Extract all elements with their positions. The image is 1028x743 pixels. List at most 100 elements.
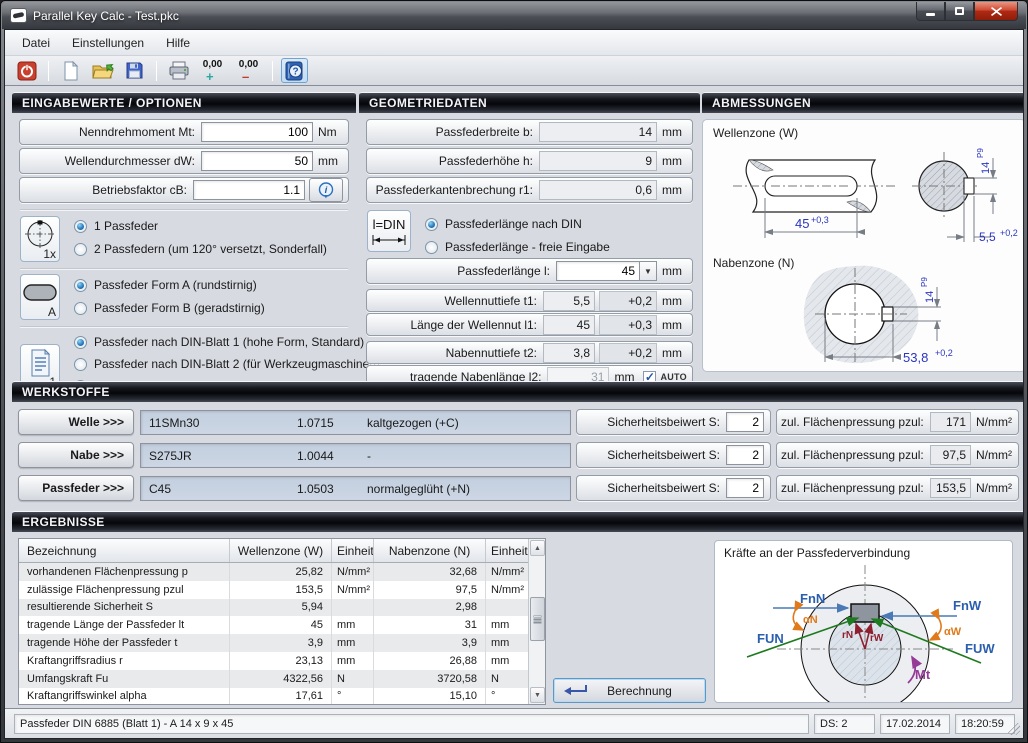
radio-label: Passfeder Form A (rundstirnig) xyxy=(87,278,257,292)
passfeder-material-button[interactable]: Passfeder >>> xyxy=(18,475,134,501)
cell: Kraftangriffsradius r xyxy=(19,652,229,670)
exit-button[interactable] xyxy=(13,58,40,83)
field-label: Nenndrehmoment Mt: xyxy=(24,125,201,139)
force-diagram-title: Kräfte an der Passfederverbindung xyxy=(724,546,910,560)
pressure-unit: N/mm² xyxy=(971,415,1012,429)
welle-safety-input[interactable] xyxy=(726,412,764,432)
section-ergebnisse-header: ERGEBNISSE xyxy=(12,511,1024,532)
material-row-welle: Welle >>> 11SMn30 1.0715 kaltgezogen (+C… xyxy=(5,409,1023,436)
cell: mm xyxy=(331,616,373,634)
minimize-button[interactable] xyxy=(916,2,945,21)
cell: mm xyxy=(331,634,373,652)
cell: N/mm² xyxy=(331,581,373,599)
field-label: Wellennuttiefe t1: xyxy=(371,294,543,308)
radio-form-b[interactable]: Passfeder Form B (geradstirnig) xyxy=(74,300,265,316)
decimals-increase-button[interactable]: 0,00 + xyxy=(197,58,228,83)
field-label: Nabennuttiefe t2: xyxy=(371,346,543,360)
save-button[interactable] xyxy=(121,58,148,83)
radio-laenge-din[interactable]: Passfederlänge nach DIN xyxy=(425,216,582,232)
cell: Kraftangriffswinkel alpha xyxy=(19,688,229,705)
radio-din-blatt-1[interactable]: Passfeder nach DIN-Blatt 1 (hohe Form, S… xyxy=(74,334,364,350)
divider xyxy=(20,268,348,269)
wellennuttiefe-tolerance: +0,2 xyxy=(599,291,657,311)
panel-geometriedaten: GEOMETRIEDATEN Passfederbreite b: 14 mm … xyxy=(359,92,700,377)
scrollbar-thumb[interactable] xyxy=(530,597,545,641)
menu-einstellungen[interactable]: Einstellungen xyxy=(61,32,155,54)
menu-hilfe[interactable]: Hilfe xyxy=(155,32,201,54)
open-folder-icon xyxy=(92,61,114,81)
cell: 45 xyxy=(229,616,331,634)
radio-icon xyxy=(74,336,87,349)
field-nabennuttiefe: Nabennuttiefe t2: 3,8 +0,2 mm xyxy=(366,341,693,364)
nenndrehmoment-input[interactable] xyxy=(201,122,313,142)
nabe-material-button[interactable]: Nabe >>> xyxy=(18,442,134,468)
radio-2-passfedern[interactable]: 2 Passfedern (um 120° versetzt, Sonderfa… xyxy=(74,241,327,257)
welle-material-field[interactable]: 11SMn30 1.0715 kaltgezogen (+C) xyxy=(140,410,571,435)
wellennuttiefe-value: 5,5 xyxy=(543,291,595,311)
cell: N xyxy=(331,670,373,688)
new-file-button[interactable] xyxy=(57,58,84,83)
radio-laenge-frei[interactable]: Passfederlänge - freie Eingabe xyxy=(425,239,610,255)
cell: N/mm² xyxy=(331,563,373,581)
wellendurchmesser-input[interactable] xyxy=(201,151,313,171)
cell xyxy=(331,599,373,617)
radio-icon xyxy=(425,218,438,231)
force-diagram: FnN FnW FUN FUW αN αW rN rW Mt xyxy=(715,561,1012,703)
radio-label: Passfeder nach DIN-Blatt 1 (hohe Form, S… xyxy=(87,335,364,349)
material-treatment: - xyxy=(367,449,570,463)
close-button[interactable] xyxy=(974,2,1018,21)
divider xyxy=(20,326,348,327)
radio-icon xyxy=(74,358,87,371)
betriebsfaktor-info-button[interactable]: i xyxy=(309,178,343,202)
radio-1-passfeder[interactable]: 1 Passfeder xyxy=(74,218,158,234)
nabe-material-field[interactable]: S275JR 1.0044 - xyxy=(140,443,571,468)
open-file-button[interactable] xyxy=(89,58,116,83)
shaft-depth-tol: +0,2 xyxy=(1000,228,1018,238)
betriebsfaktor-input[interactable] xyxy=(193,180,305,200)
status-time: 18:20:59 xyxy=(955,714,1015,734)
nabe-safety-input[interactable] xyxy=(726,445,764,465)
radio-form-a[interactable]: Passfeder Form A (rundstirnig) xyxy=(74,277,257,293)
scroll-up-icon[interactable]: ▲ xyxy=(530,540,545,556)
cell: ° xyxy=(331,688,373,705)
welle-material-button[interactable]: Welle >>> xyxy=(18,409,134,435)
field-label: Passfederbreite b: xyxy=(371,125,539,139)
passfeder-material-field[interactable]: C45 1.0503 normalgeglüht (+N) xyxy=(140,476,571,501)
cell: 31 xyxy=(373,616,485,634)
print-button[interactable] xyxy=(165,58,192,83)
divider xyxy=(20,209,348,210)
field-wellennuttiefe: Wellennuttiefe t1: 5,5 +0,2 mm xyxy=(366,289,693,312)
angle-n-label: αN xyxy=(803,614,818,626)
nabennuttiefe-tolerance: +0,2 xyxy=(599,343,657,363)
save-floppy-icon xyxy=(125,61,144,80)
key-form-a-icon xyxy=(21,277,59,307)
title-bar[interactable]: Parallel Key Calc - Test.pkc xyxy=(2,2,1026,29)
radio-din-blatt-2[interactable]: Passfeder nach DIN-Blatt 2 (für Werkzeug… xyxy=(74,356,380,372)
cell: 23,13 xyxy=(229,652,331,670)
table-row: tragende Höhe der Passfeder t3,9mm3,9mm xyxy=(19,634,545,652)
cell xyxy=(485,599,530,617)
passfederlaenge-input[interactable] xyxy=(556,261,640,281)
resize-grip[interactable] xyxy=(1008,723,1020,735)
menu-datei[interactable]: Datei xyxy=(11,32,61,54)
results-scrollbar[interactable]: ▲ ▼ xyxy=(528,539,545,704)
table-row: Kraftangriffsradius r23,13mm26,88mm xyxy=(19,652,545,670)
passfeder-safety-input[interactable] xyxy=(726,478,764,498)
torque-mt-label: Mt xyxy=(915,667,931,682)
field-unit: Nm xyxy=(313,125,343,139)
berechnung-button[interactable]: Berechnung xyxy=(553,678,706,703)
minus-icon: – xyxy=(242,70,249,84)
panel-eingabewerte-header: EINGABEWERTE / OPTIONEN xyxy=(12,92,356,113)
material-number: 1.0044 xyxy=(297,449,367,463)
laenge-wellennut-value: 45 xyxy=(543,315,595,335)
passfederlaenge-dropdown-button[interactable]: ▼ xyxy=(640,261,657,281)
nabe-pressure-value: 97,5 xyxy=(930,445,971,465)
decimals-decrease-button[interactable]: 0,00 – xyxy=(233,58,264,83)
scroll-down-icon[interactable]: ▼ xyxy=(530,687,545,703)
maximize-button[interactable] xyxy=(945,2,974,21)
field-unit: mm xyxy=(657,318,687,332)
help-icon: ? xyxy=(285,61,304,81)
radio-label: Passfederlänge - freie Eingabe xyxy=(438,240,610,254)
nabennuttiefe-value: 3,8 xyxy=(543,343,595,363)
help-button[interactable]: ? xyxy=(281,58,308,83)
